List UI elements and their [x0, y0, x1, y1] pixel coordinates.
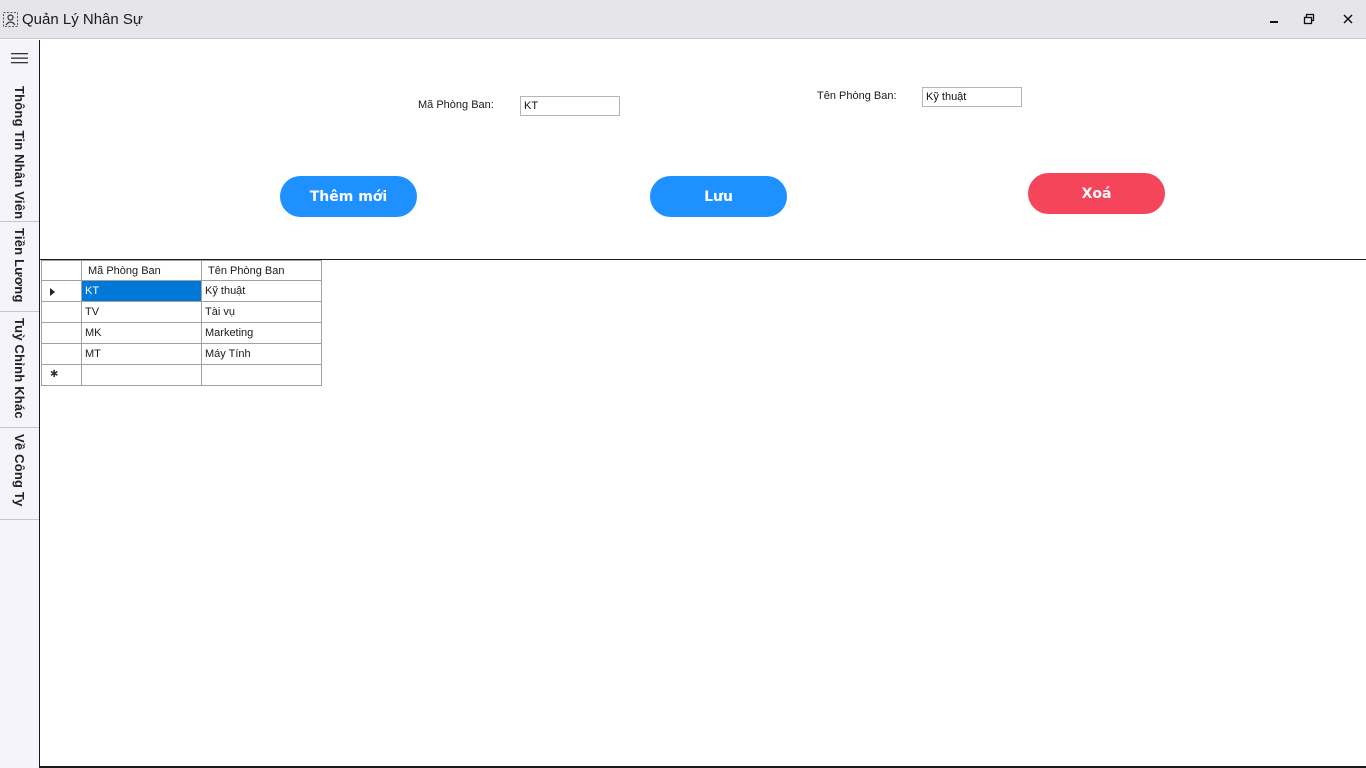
new-row[interactable]: ✱ [41, 364, 322, 386]
table-row[interactable]: KT Kỹ thuật [41, 280, 322, 302]
row-header[interactable] [41, 322, 82, 344]
save-button[interactable]: Lưu [650, 176, 787, 217]
department-grid[interactable]: Mã Phòng Ban Tên Phòng Ban KT Kỹ thuật T… [41, 260, 322, 386]
column-header-department-name[interactable]: Tên Phòng Ban [201, 260, 322, 281]
close-button[interactable] [1336, 8, 1360, 30]
sidebar-item-label: Về Công Ty [12, 434, 27, 507]
table-row[interactable]: TV Tài vụ [41, 301, 322, 323]
column-header-department-code[interactable]: Mã Phòng Ban [81, 260, 202, 281]
new-row-asterisk-icon: ✱ [50, 369, 59, 380]
table-cell[interactable]: TV [81, 301, 202, 323]
delete-button[interactable]: Xoá [1028, 173, 1165, 214]
row-header[interactable]: ✱ [41, 364, 82, 386]
row-header[interactable] [41, 343, 82, 365]
row-header[interactable] [41, 301, 82, 323]
table-cell[interactable]: Kỹ thuật [201, 280, 322, 302]
sidebar-item-other-settings[interactable]: Tuỳ Chỉnh Khác [0, 312, 39, 428]
sidebar-item-label: Tuỳ Chỉnh Khác [12, 318, 27, 419]
title-bar: Quản Lý Nhân Sự [0, 0, 1366, 39]
sidebar: Thông Tin Nhân Viên Tiền Lương Tuỳ Chỉnh… [0, 40, 40, 768]
sidebar-item-label: Tiền Lương [12, 228, 27, 303]
restore-icon [1303, 13, 1315, 25]
close-icon [1343, 14, 1353, 24]
department-code-input[interactable] [520, 96, 620, 116]
restore-button[interactable] [1297, 8, 1321, 30]
grid-header-row: Mã Phòng Ban Tên Phòng Ban [41, 260, 322, 281]
minimize-icon [1270, 21, 1278, 23]
sidebar-item-salary[interactable]: Tiền Lương [0, 222, 39, 312]
sidebar-item-label: Thông Tin Nhân Viên [12, 86, 27, 220]
table-cell[interactable]: Máy Tính [201, 343, 322, 365]
window-title: Quản Lý Nhân Sự [22, 11, 143, 28]
table-cell[interactable]: MT [81, 343, 202, 365]
row-header[interactable] [41, 280, 82, 302]
hamburger-menu-icon[interactable] [11, 53, 28, 64]
table-cell[interactable]: KT [81, 280, 202, 302]
table-cell-empty[interactable] [201, 364, 322, 386]
sidebar-item-employee-info[interactable]: Thông Tin Nhân Viên [0, 80, 39, 222]
department-name-label: Tên Phòng Ban: [817, 90, 897, 102]
sidebar-item-about-company[interactable]: Về Công Ty [0, 428, 39, 520]
table-cell[interactable]: MK [81, 322, 202, 344]
table-row[interactable]: MK Marketing [41, 322, 322, 344]
table-cell-empty[interactable] [81, 364, 202, 386]
grid-corner-header [41, 260, 82, 281]
minimize-button[interactable] [1262, 8, 1286, 30]
department-code-label: Mã Phòng Ban: [418, 99, 494, 111]
table-row[interactable]: MT Máy Tính [41, 343, 322, 365]
table-cell[interactable]: Tài vụ [201, 301, 322, 323]
users-app-icon [3, 12, 18, 27]
current-row-arrow-icon [50, 288, 55, 296]
table-cell[interactable]: Marketing [201, 322, 322, 344]
department-name-input[interactable] [922, 87, 1022, 107]
add-new-button[interactable]: Thêm mới [280, 176, 417, 217]
